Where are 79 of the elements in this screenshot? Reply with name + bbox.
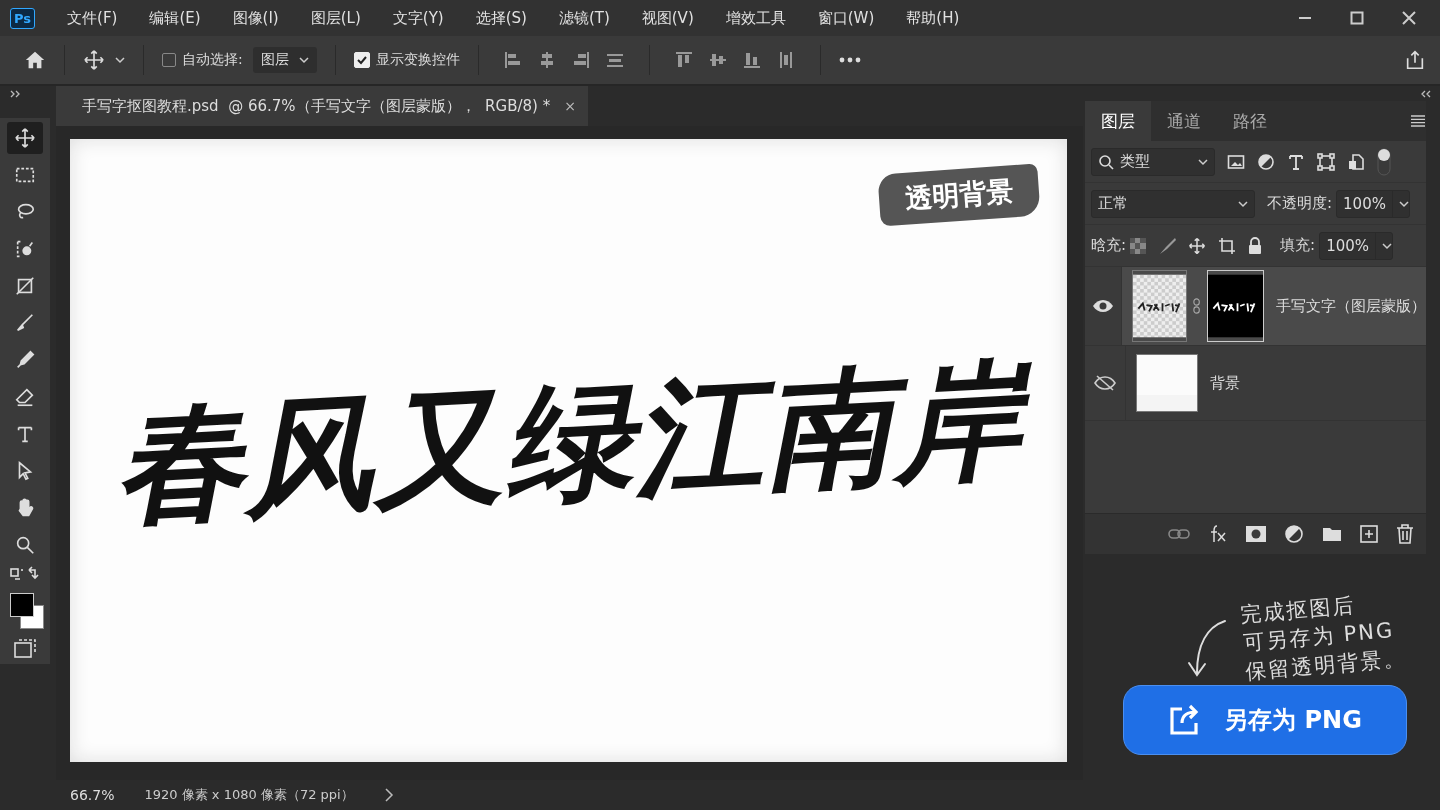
layer-name: 手写文字（图层蒙版） <box>1276 296 1426 316</box>
trash-icon[interactable] <box>1396 524 1414 544</box>
fill-label: 填充: <box>1280 236 1316 255</box>
align-icon[interactable] <box>673 50 694 70</box>
caret-icon <box>1198 156 1208 167</box>
menu-item[interactable]: 滤镜(T) <box>546 8 622 28</box>
folder-icon[interactable] <box>1322 526 1342 542</box>
menu-item[interactable]: 文件(F) <box>55 8 130 28</box>
document-tab[interactable]: 手写字抠图教程.psd @ 66.7%（手写文字（图层蒙版）， RGB/8) * × <box>56 86 588 126</box>
new-layer-icon[interactable] <box>1360 525 1378 543</box>
checkbox-label: 显示变换控件 <box>375 51 460 69</box>
adjustment-icon[interactable] <box>1284 524 1304 544</box>
layer-dropdown[interactable]: 图层 <box>252 47 317 73</box>
checkbox-label: 自动选择: <box>182 51 243 69</box>
share-icon[interactable] <box>1404 49 1426 71</box>
panel-tab[interactable]: 路径 <box>1217 101 1283 141</box>
link-icon[interactable] <box>1168 528 1190 540</box>
caret-icon <box>298 55 309 65</box>
caret-icon[interactable] <box>115 55 125 65</box>
adjustment-filter-icon[interactable] <box>1257 152 1275 171</box>
panel-tab[interactable]: 图层 <box>1085 101 1151 141</box>
screen-mode-icon[interactable] <box>13 638 37 660</box>
filter-dropdown[interactable]: 类型 <box>1091 147 1215 176</box>
link-icon[interactable] <box>1193 297 1201 315</box>
move-tool-icon[interactable] <box>7 122 43 154</box>
maximize-icon[interactable] <box>1350 11 1364 25</box>
checkbox[interactable] <box>162 53 176 67</box>
chevron-right-icon[interactable] <box>383 788 394 802</box>
eye-slash-icon[interactable] <box>1094 375 1116 391</box>
align-icon[interactable] <box>741 50 762 70</box>
close-icon[interactable] <box>1402 11 1416 25</box>
fx-icon[interactable] <box>1208 524 1228 544</box>
move-icon[interactable] <box>83 49 105 71</box>
smart-object-filter-icon[interactable] <box>1347 152 1365 171</box>
close-tab-button[interactable]: × <box>564 98 576 114</box>
menu-item[interactable]: 编辑(E) <box>137 8 213 28</box>
layer-row[interactable]: 手写文字（图层蒙版） <box>1085 267 1426 346</box>
home-icon[interactable] <box>24 49 46 71</box>
fill-field[interactable]: 100% <box>1319 231 1394 260</box>
document-info: 1920 像素 x 1080 像素（72 ppi） <box>144 786 354 804</box>
mask-icon[interactable] <box>1246 526 1266 542</box>
layer-name: 背景 <box>1210 373 1240 393</box>
canvas-badge: 透明背景 <box>877 163 1041 227</box>
crop-icon[interactable] <box>1218 236 1237 255</box>
lock-pixels-icon[interactable] <box>1130 237 1147 254</box>
brush-icon[interactable] <box>1158 236 1177 255</box>
menu-item[interactable]: 窗口(W) <box>805 8 887 28</box>
menu-item[interactable]: 视图(V) <box>629 8 706 28</box>
eye-icon[interactable] <box>1091 298 1114 314</box>
move-icon[interactable] <box>1188 236 1207 255</box>
lock-label: 晗充: <box>1091 236 1127 255</box>
zoom-level[interactable]: 66.7% <box>70 787 115 803</box>
lock-icon[interactable] <box>1248 236 1263 255</box>
menu-item[interactable]: 帮助(H) <box>894 8 972 28</box>
menu-item[interactable]: 图像(I) <box>220 8 291 28</box>
type-filter-icon[interactable] <box>1287 152 1305 171</box>
image-filter-icon[interactable] <box>1227 153 1245 170</box>
app-logo: Ps <box>10 7 36 29</box>
blend-mode-dropdown[interactable]: 正常 <box>1091 189 1255 218</box>
search-icon <box>1098 153 1114 170</box>
more-icon[interactable] <box>838 57 861 63</box>
panel-tab[interactable]: 通道 <box>1151 101 1217 141</box>
menu-item[interactable]: 图层(L) <box>298 8 373 28</box>
filter-toggle[interactable] <box>1377 147 1391 176</box>
menu-item[interactable]: 选择(S) <box>463 8 539 28</box>
caret-icon <box>1238 198 1248 209</box>
menu-icon[interactable] <box>1410 115 1426 127</box>
caret-icon <box>1382 240 1392 251</box>
align-icon[interactable] <box>502 50 523 70</box>
expand-icon[interactable] <box>10 90 22 98</box>
caret-icon <box>1398 198 1409 209</box>
menu-item[interactable]: 文字(Y) <box>380 8 456 28</box>
save-as-png-button[interactable]: 另存为 PNG <box>1123 685 1407 756</box>
opacity-field[interactable]: 100% <box>1336 189 1411 218</box>
shape-filter-icon[interactable] <box>1317 152 1335 171</box>
opacity-label: 不透明度: <box>1267 194 1333 213</box>
layer-row[interactable]: 背景 <box>1085 346 1426 421</box>
menu-item[interactable]: 增效工具 <box>713 8 798 28</box>
collapse-icon[interactable] <box>1420 90 1432 98</box>
